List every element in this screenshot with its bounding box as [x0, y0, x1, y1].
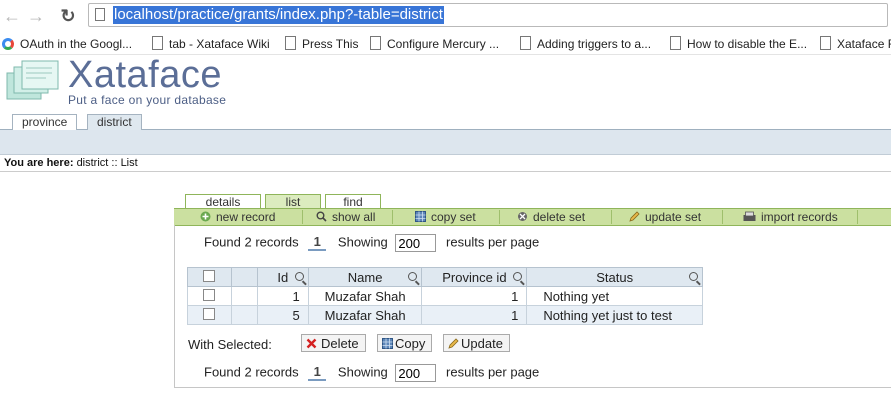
row-actions-header	[230, 267, 258, 287]
page-icon	[820, 36, 831, 50]
cell-province-id[interactable]: 1	[421, 286, 528, 306]
result-summary-top: Found 2 records 1 Showing results per pa…	[204, 234, 539, 252]
row-checkbox[interactable]	[203, 307, 216, 320]
bookmark-item[interactable]: Configure Mercury ...	[370, 36, 499, 52]
table-row[interactable]: 5 Muzafar Shah 1 Nothing yet just to tes…	[187, 305, 703, 325]
page-link[interactable]: 1	[308, 234, 327, 252]
tab-list[interactable]: list	[265, 194, 321, 209]
page-icon	[520, 36, 531, 50]
result-summary-bottom: Found 2 records 1 Showing results per pa…	[204, 364, 539, 382]
cell-name[interactable]: Muzafar Shah	[307, 305, 423, 325]
page-icon	[670, 36, 681, 50]
row-actions-cell	[230, 286, 258, 306]
copy-selected-button[interactable]: Copy	[377, 334, 433, 352]
tab-district[interactable]: district	[87, 114, 142, 130]
show-all-button[interactable]: show all	[316, 209, 375, 225]
magnifier-icon	[316, 211, 327, 222]
page-icon	[285, 36, 296, 50]
column-header-status[interactable]: Status	[526, 267, 703, 287]
per-page-input[interactable]	[395, 234, 437, 252]
divider	[857, 210, 858, 224]
app-header: Xataface Put a face on your database	[0, 55, 891, 113]
forward-arrow-icon[interactable]: →	[26, 6, 46, 26]
pencil-icon	[629, 211, 640, 222]
row-checkbox[interactable]	[203, 288, 216, 301]
tab-province[interactable]: province	[12, 114, 78, 130]
logo-tagline: Put a face on your database	[68, 93, 227, 107]
tab-details[interactable]: details	[185, 194, 261, 209]
pencil-icon	[448, 338, 459, 349]
new-record-button[interactable]: new record	[200, 209, 275, 225]
divider	[499, 210, 500, 224]
page-icon	[152, 36, 163, 50]
update-selected-button[interactable]: Update	[443, 334, 510, 352]
table-header-row: Id Name Province id Status	[187, 267, 703, 287]
browser-toolbar: ← → ↻ localhost/practice/grants/index.ph…	[0, 0, 891, 32]
delete-selected-button[interactable]: Delete	[301, 334, 366, 352]
xataface-logo-icon	[6, 60, 59, 100]
column-header-name[interactable]: Name	[307, 267, 423, 287]
divider	[0, 171, 891, 172]
address-bar[interactable]: localhost/practice/grants/index.php?-tab…	[88, 3, 888, 27]
row-actions-cell	[230, 305, 258, 325]
bookmark-item[interactable]: Xataface F	[820, 36, 891, 52]
reload-icon[interactable]: ↻	[58, 6, 78, 26]
column-header-province-id[interactable]: Province id	[421, 267, 528, 287]
with-selected-label: With Selected:	[188, 337, 272, 352]
column-header-id[interactable]: Id	[256, 267, 309, 287]
delete-icon	[306, 338, 317, 349]
results-table: Id Name Province id Status 1 Muzafar Sha…	[187, 267, 703, 325]
bookmark-item[interactable]: How to disable the E...	[670, 36, 807, 52]
delete-set-button[interactable]: delete set	[517, 209, 585, 225]
per-page-input[interactable]	[395, 364, 437, 382]
breadcrumb: You are here: district :: List	[4, 157, 138, 169]
bookmark-item[interactable]: tab - Xataface Wiki	[152, 36, 270, 52]
page-link[interactable]: 1	[308, 364, 327, 382]
update-set-button[interactable]: update set	[629, 209, 701, 225]
back-arrow-icon[interactable]: ←	[2, 6, 22, 26]
tab-find[interactable]: find	[325, 194, 381, 209]
page-icon	[95, 8, 105, 21]
bookmarks-bar: OAuth in the Googl... tab - Xataface Wik…	[0, 32, 891, 55]
import-records-button[interactable]: import records	[743, 209, 838, 225]
divider	[392, 210, 393, 224]
table-tabs: province district	[0, 113, 891, 130]
bookmark-item[interactable]: Adding triggers to a...	[520, 36, 651, 52]
search-icon[interactable]	[689, 272, 698, 281]
cell-id[interactable]: 1	[256, 286, 309, 306]
select-all-cell	[187, 267, 232, 287]
import-icon	[743, 211, 756, 221]
action-bar: new record show all copy set delete set …	[174, 208, 891, 226]
google-icon	[2, 38, 14, 50]
url-text[interactable]: localhost/practice/grants/index.php?-tab…	[113, 6, 444, 24]
breadcrumb-path[interactable]: district :: List	[77, 157, 138, 169]
search-icon[interactable]	[408, 272, 418, 281]
divider	[611, 210, 612, 224]
bookmark-item[interactable]: Press This	[285, 36, 358, 52]
cell-status[interactable]: Nothing yet	[526, 286, 703, 306]
row-select-cell	[187, 305, 232, 325]
delete-set-icon	[518, 212, 527, 221]
cell-status[interactable]: Nothing yet just to test	[526, 305, 703, 325]
copy-set-icon	[415, 211, 426, 222]
divider	[302, 210, 303, 224]
cell-province-id[interactable]: 1	[421, 305, 528, 325]
cell-name[interactable]: Muzafar Shah	[307, 286, 423, 306]
logo-title: Xataface	[68, 54, 222, 96]
header-band	[0, 130, 891, 155]
search-icon[interactable]	[513, 272, 523, 281]
copy-set-button[interactable]: copy set	[415, 209, 476, 225]
divider	[722, 210, 723, 224]
plus-icon	[200, 211, 211, 222]
page-icon	[370, 36, 381, 50]
bookmark-item[interactable]: OAuth in the Googl...	[2, 36, 132, 52]
search-icon[interactable]	[294, 272, 304, 281]
table-row[interactable]: 1 Muzafar Shah 1 Nothing yet	[187, 286, 703, 306]
select-all-checkbox[interactable]	[203, 269, 216, 282]
cell-id[interactable]: 5	[256, 305, 309, 325]
row-select-cell	[187, 286, 232, 306]
copy-icon	[382, 338, 393, 349]
